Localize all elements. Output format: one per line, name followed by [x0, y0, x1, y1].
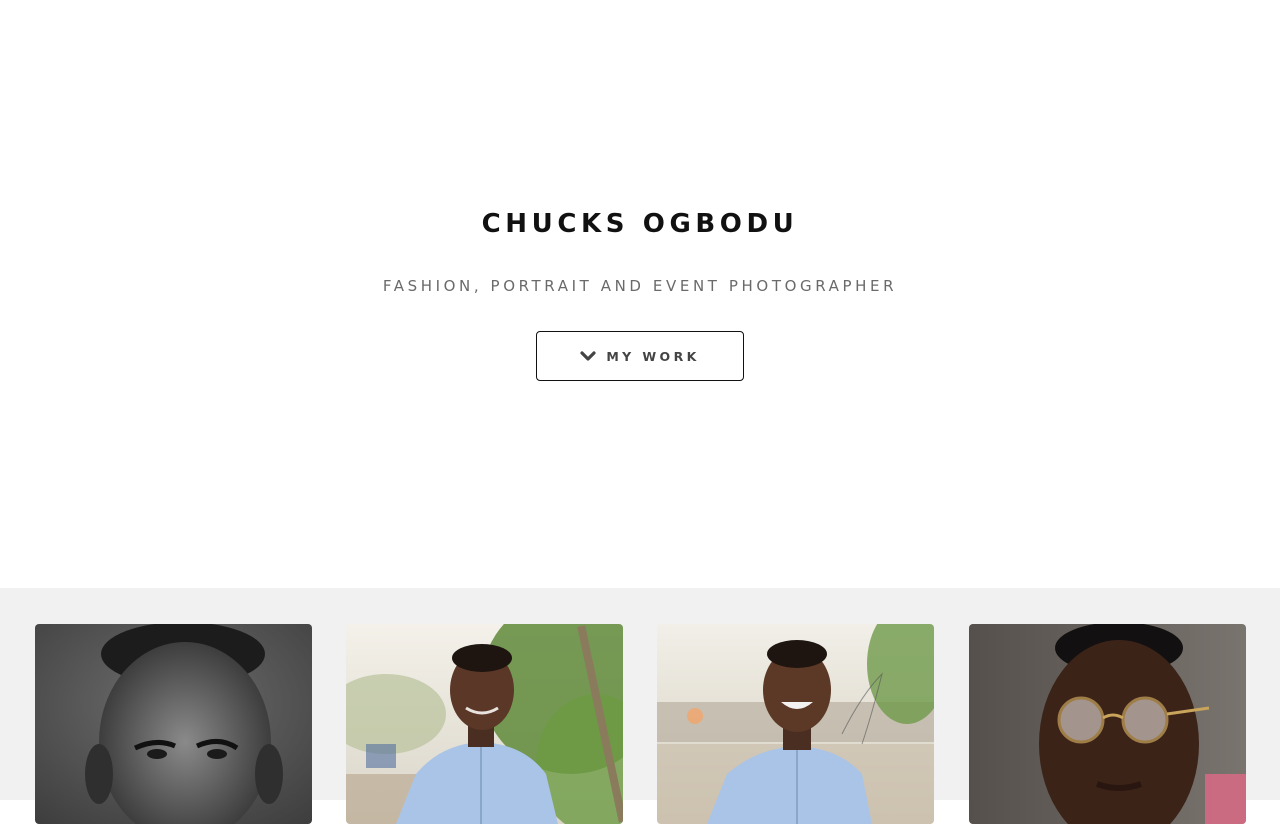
portrait-photo: [657, 624, 934, 824]
portrait-photo: [346, 624, 623, 824]
gallery-section: [0, 588, 1280, 824]
chevron-down-icon: [580, 351, 596, 361]
my-work-button[interactable]: MY WORK: [536, 331, 744, 381]
site-subtitle: FASHION, PORTRAIT AND EVENT PHOTOGRAPHER: [382, 277, 898, 295]
portrait-photo: [969, 624, 1246, 824]
gallery-photo-3[interactable]: [657, 624, 934, 824]
gallery-photo-1[interactable]: [35, 624, 312, 824]
gallery-photo-4[interactable]: [969, 624, 1246, 824]
gallery-photo-2[interactable]: [346, 624, 623, 824]
portrait-photo: [35, 624, 312, 824]
my-work-label: MY WORK: [606, 348, 700, 364]
hero-section: CHUCKS OGBODU FASHION, PORTRAIT AND EVEN…: [0, 0, 1280, 588]
site-title: CHUCKS OGBODU: [481, 209, 799, 239]
